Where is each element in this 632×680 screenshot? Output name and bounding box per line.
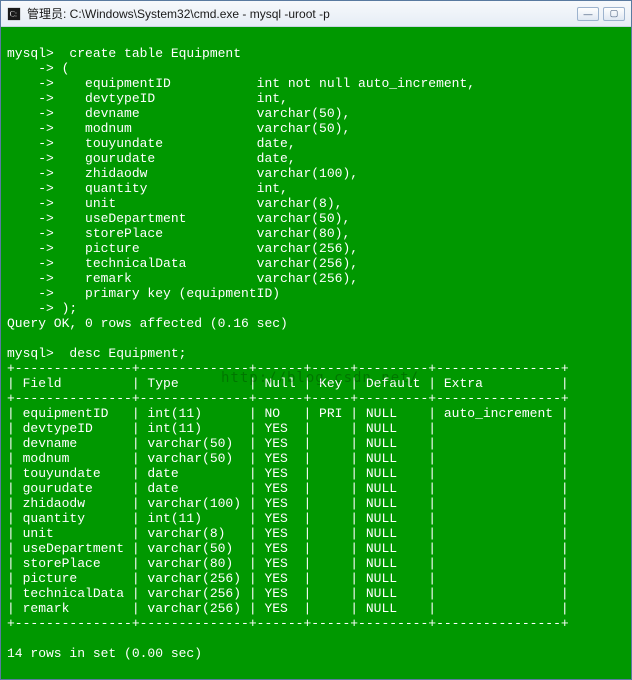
cmd-window: C: 管理员: C:\Windows\System32\cmd.exe - my… <box>0 0 632 680</box>
terminal-text: mysql> create table Equipment -> ( -> eq… <box>7 46 569 661</box>
window-buttons: — ▢ <box>577 7 625 21</box>
window-title: 管理员: C:\Windows\System32\cmd.exe - mysql… <box>27 5 577 22</box>
terminal-output[interactable]: http://blog.csdn.net/mysql> create table… <box>1 27 631 679</box>
minimize-icon: — <box>584 9 593 19</box>
maximize-icon: ▢ <box>610 8 619 19</box>
maximize-button[interactable]: ▢ <box>603 7 625 21</box>
svg-text:C:: C: <box>10 9 17 18</box>
cmd-icon: C: <box>7 7 21 21</box>
window-titlebar[interactable]: C: 管理员: C:\Windows\System32\cmd.exe - my… <box>1 1 631 27</box>
minimize-button[interactable]: — <box>577 7 599 21</box>
